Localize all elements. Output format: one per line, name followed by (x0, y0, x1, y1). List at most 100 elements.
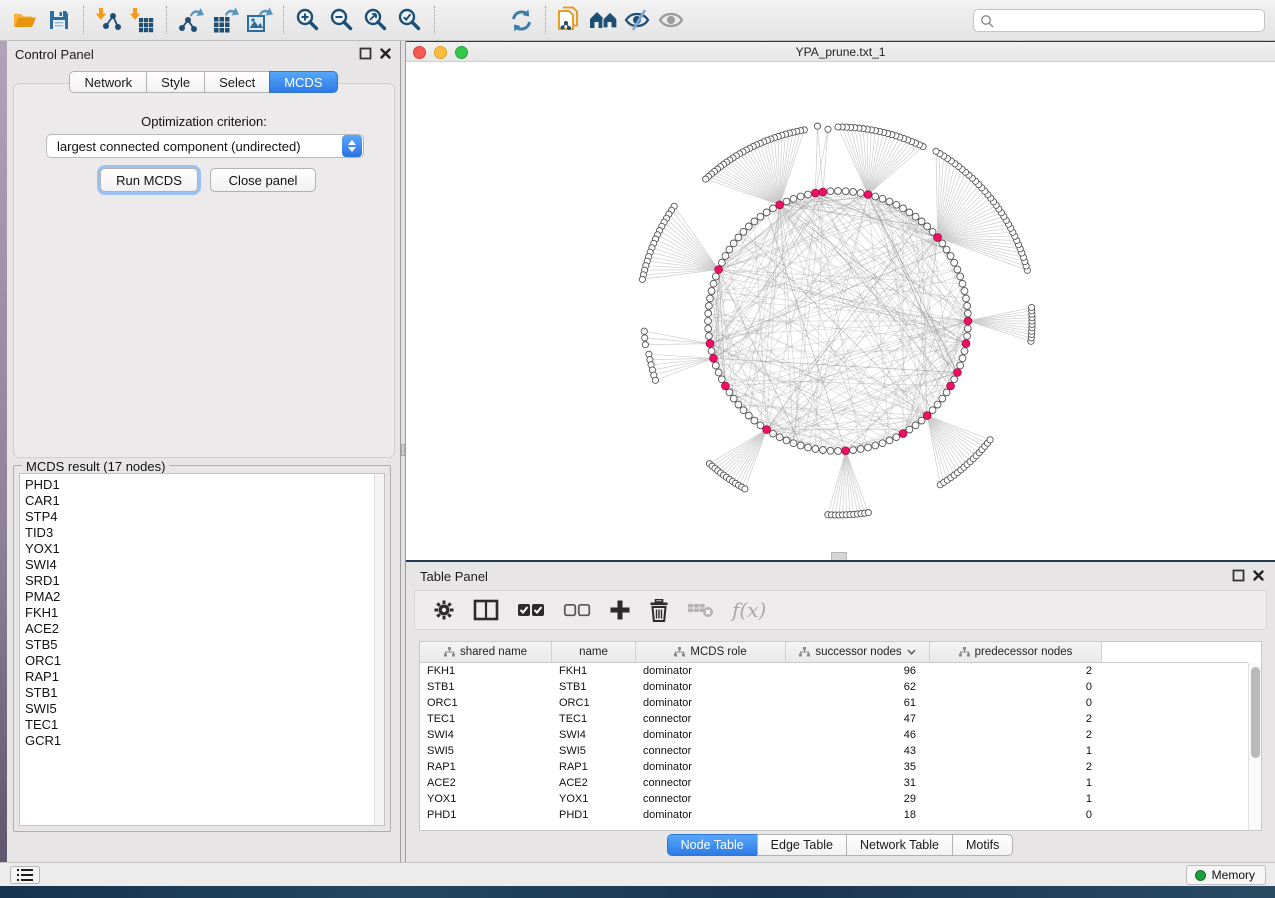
graph-node[interactable] (906, 426, 913, 433)
zoom-out-button[interactable] (325, 4, 359, 36)
close-panel-icon[interactable] (1252, 569, 1265, 582)
graph-node-mcds[interactable] (962, 340, 970, 348)
graph-node[interactable] (886, 198, 893, 205)
graph-node[interactable] (957, 273, 964, 280)
graph-node[interactable] (963, 295, 970, 302)
graph-node[interactable] (642, 335, 648, 341)
graph-node[interactable] (812, 446, 819, 453)
zoom-in-button[interactable] (291, 4, 325, 36)
new-network-from-selection-button[interactable] (553, 4, 587, 36)
tab-motifs[interactable]: Motifs (952, 834, 1013, 856)
graph-node[interactable] (933, 148, 939, 154)
graph-node[interactable] (763, 209, 770, 216)
column-header-successor-nodes[interactable]: successor nodes (786, 642, 930, 663)
graph-edge[interactable] (667, 218, 719, 269)
graph-node[interactable] (735, 234, 742, 241)
graph-node[interactable] (708, 348, 715, 355)
go-home-button[interactable] (587, 4, 621, 36)
apply-function-button[interactable]: f(x) (732, 598, 766, 622)
criterion-dropdown[interactable]: largest connected component (undirected) (46, 134, 364, 158)
graph-node[interactable] (939, 395, 946, 402)
run-mcds-button[interactable]: Run MCDS (100, 168, 198, 192)
graph-node[interactable] (740, 407, 747, 414)
graph-node[interactable] (850, 447, 857, 454)
graph-node[interactable] (964, 303, 971, 310)
graph-node-mcds[interactable] (722, 382, 730, 390)
graph-edge[interactable] (708, 199, 793, 314)
graph-node[interactable] (707, 295, 714, 302)
graph-node[interactable] (726, 389, 733, 396)
graph-edge[interactable] (645, 338, 710, 344)
graph-node[interactable] (943, 389, 950, 396)
hide-selected-button[interactable] (621, 4, 655, 36)
graph-node[interactable] (745, 412, 752, 419)
graph-node[interactable] (951, 376, 958, 383)
graph-node[interactable] (964, 333, 971, 340)
graph-node[interactable] (835, 448, 842, 455)
graph-node-mcds[interactable] (934, 234, 942, 242)
graph-node[interactable] (865, 510, 871, 516)
graph-node[interactable] (641, 328, 647, 334)
graph-node[interactable] (712, 362, 719, 369)
graph-node[interactable] (865, 444, 872, 451)
graph-edge[interactable] (642, 270, 718, 280)
graph-node[interactable] (964, 325, 971, 332)
mcds-result-item[interactable]: CAR1 (20, 493, 384, 509)
graph-edge[interactable] (927, 416, 985, 447)
graph-node[interactable] (827, 447, 834, 454)
graph-node[interactable] (918, 218, 925, 225)
graph-node[interactable] (715, 369, 722, 376)
graph-node[interactable] (705, 325, 712, 332)
graph-node[interactable] (639, 276, 645, 282)
graph-node[interactable] (961, 288, 968, 295)
graph-node[interactable] (705, 310, 712, 317)
graph-node[interactable] (770, 205, 777, 212)
show-columns-icon[interactable] (473, 599, 499, 621)
column-header-MCDS-role[interactable]: MCDS role (636, 642, 786, 663)
graph-node[interactable] (961, 348, 968, 355)
graph-node[interactable] (751, 218, 758, 225)
column-header-name[interactable]: name (552, 642, 636, 663)
table-row[interactable]: ORC1ORC1dominator610 (420, 695, 1248, 711)
graph-node[interactable] (642, 342, 648, 348)
mcds-result-item[interactable]: SRD1 (20, 573, 384, 589)
close-panel-button[interactable]: Close panel (210, 168, 316, 192)
task-history-button[interactable] (10, 866, 40, 884)
graph-node[interactable] (947, 253, 954, 260)
graph-node[interactable] (959, 355, 966, 362)
float-window-icon[interactable] (359, 47, 372, 60)
table-row[interactable]: ACE2ACE2connector311 (420, 775, 1248, 791)
tab-select[interactable]: Select (204, 71, 270, 93)
graph-node-mcds[interactable] (864, 191, 872, 199)
tab-style[interactable]: Style (146, 71, 205, 93)
table-row[interactable]: TEC1TEC1connector472 (420, 711, 1248, 727)
graph-node[interactable] (857, 446, 864, 453)
graph-node[interactable] (825, 126, 831, 132)
graph-node[interactable] (790, 440, 797, 447)
graph-node[interactable] (820, 447, 827, 454)
graph-edge[interactable] (649, 354, 714, 358)
graph-node[interactable] (857, 190, 864, 197)
delete-column-icon[interactable] (649, 599, 669, 622)
graph-edge[interactable] (733, 430, 767, 482)
graph-node[interactable] (879, 440, 886, 447)
graph-node[interactable] (730, 240, 737, 247)
graph-node-mcds[interactable] (964, 317, 972, 325)
graph-node-mcds[interactable] (923, 412, 931, 420)
graph-node-mcds[interactable] (842, 447, 850, 455)
graph-node[interactable] (776, 434, 783, 441)
tab-network-table[interactable]: Network Table (846, 834, 953, 856)
save-session-button[interactable] (42, 4, 76, 36)
graph-edge[interactable] (652, 358, 713, 370)
graph-edge[interactable] (645, 344, 710, 345)
graph-node[interactable] (706, 333, 713, 340)
graph-node[interactable] (726, 246, 733, 253)
table-settings-gear-icon[interactable] (433, 599, 455, 621)
graph-edge[interactable] (868, 136, 896, 195)
tab-mcds[interactable]: MCDS (269, 71, 337, 93)
graph-node[interactable] (735, 401, 742, 408)
graph-node[interactable] (951, 259, 958, 266)
graph-node-mcds[interactable] (763, 426, 771, 434)
select-all-rows-icon[interactable] (517, 601, 545, 619)
graph-edge[interactable] (644, 331, 710, 343)
